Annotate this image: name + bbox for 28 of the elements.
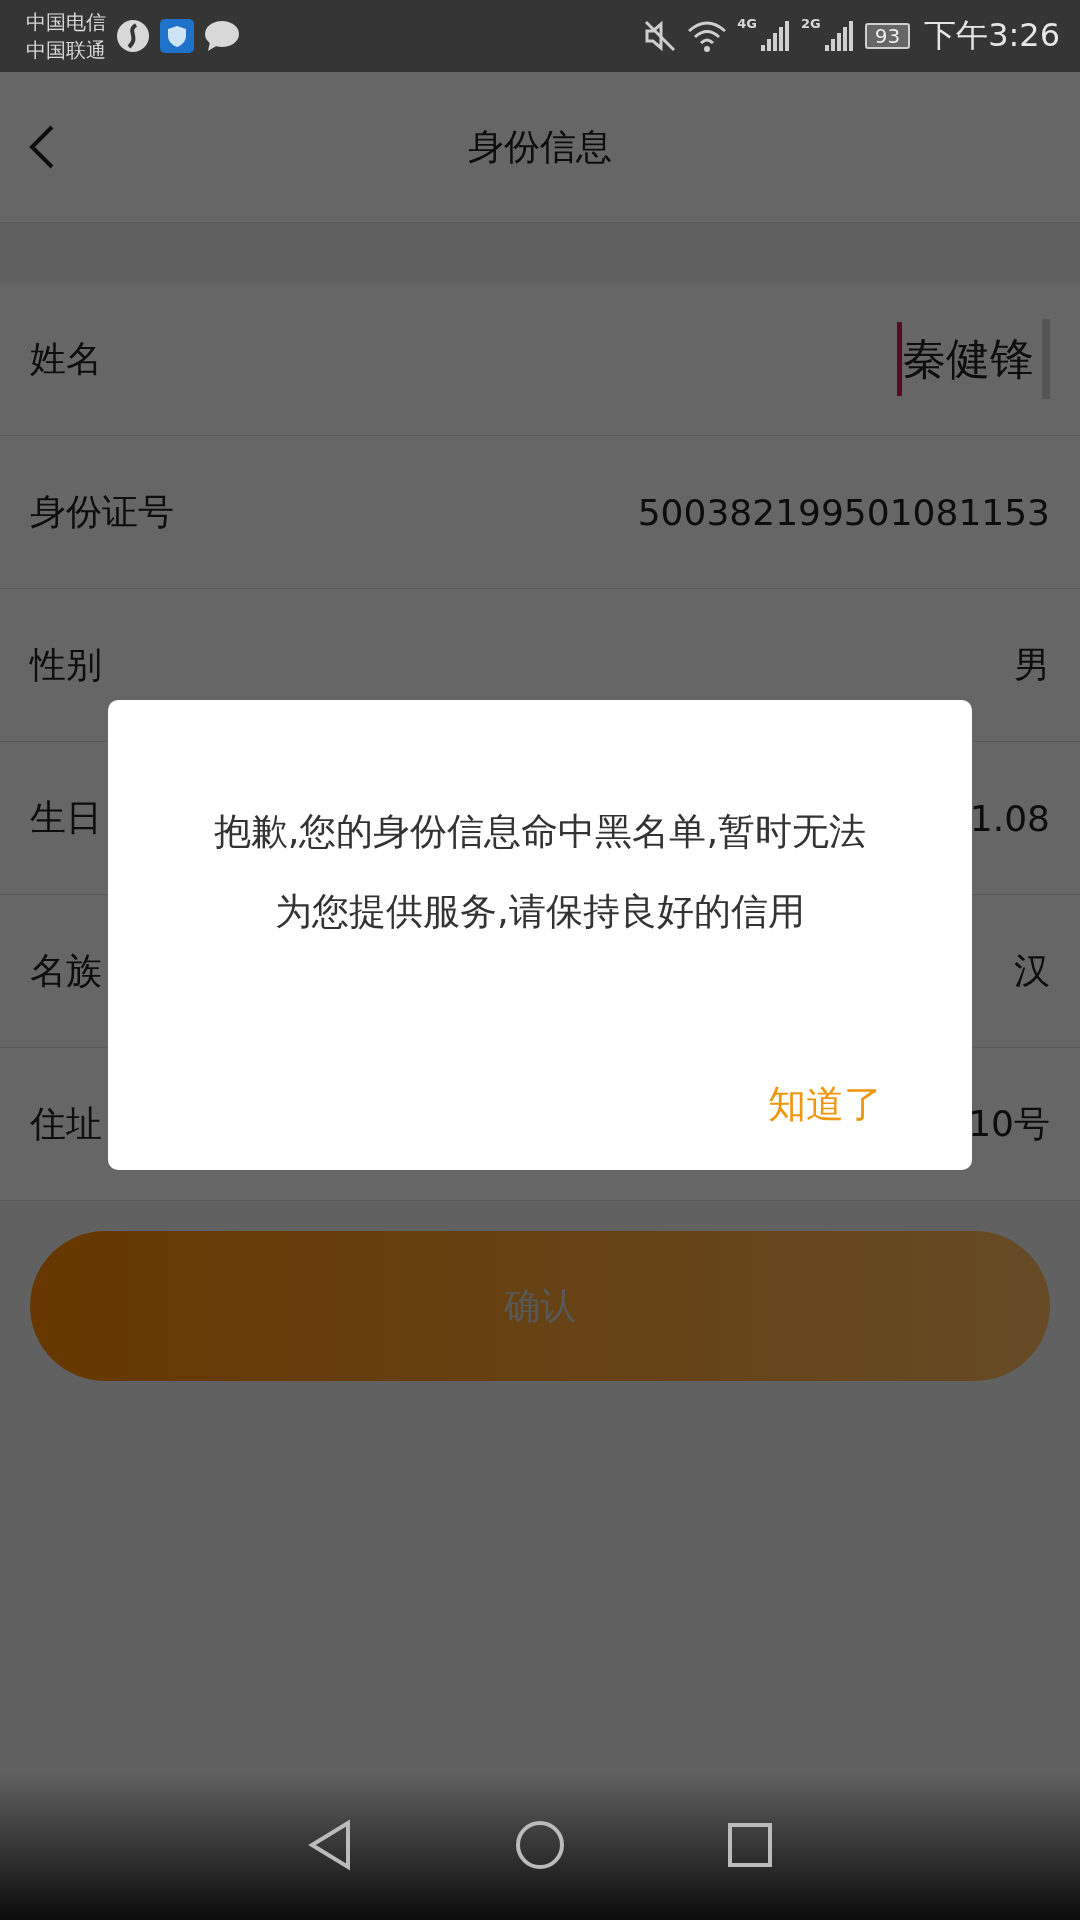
field-label: 性别 — [30, 642, 102, 687]
field-label: 生日 — [30, 795, 102, 840]
chat-icon — [204, 20, 240, 52]
field-label: 住址 — [30, 1101, 102, 1146]
wifi-icon — [687, 19, 728, 53]
battery-level: 93 — [864, 23, 911, 49]
mute-icon — [643, 19, 678, 53]
signal-icon — [824, 21, 855, 51]
name-input-field[interactable]: 秦健锋 — [897, 319, 1050, 399]
field-value: 男 — [1014, 642, 1050, 687]
field-value: 500382199501081153 — [637, 491, 1050, 533]
network-type-label: 2G — [800, 16, 821, 31]
field-label: 姓名 — [30, 336, 102, 381]
carrier-label: 中国电信 — [26, 9, 106, 36]
field-label: 身份证号 — [30, 489, 174, 534]
field-value: 10号 — [968, 1101, 1050, 1146]
clock: 下午3:26 — [924, 15, 1060, 56]
shield-icon — [160, 19, 194, 53]
page-title: 身份信息 — [468, 124, 612, 169]
network-type-label: 4G — [737, 16, 757, 31]
carrier-label: 中国联通 — [26, 37, 106, 64]
app-notification-icon — [116, 19, 150, 53]
field-value: 汉 — [1014, 948, 1050, 993]
field-label: 名族 — [30, 948, 102, 993]
field-value: 1.08 — [969, 797, 1050, 839]
signal-icon — [760, 21, 791, 51]
acknowledge-button[interactable]: 知道了 — [768, 1079, 882, 1130]
dialog-message: 抱歉,您的身份信息命中黑名单,暂时无法为您提供服务,请保持良好的信用 — [212, 809, 868, 935]
